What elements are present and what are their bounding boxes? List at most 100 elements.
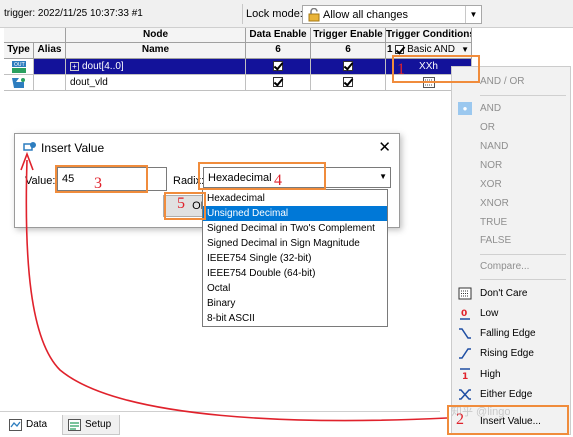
- lock-icon: [308, 8, 320, 22]
- tab-setup[interactable]: Setup: [62, 415, 120, 435]
- signal-output-icon: [12, 78, 25, 88]
- dont-care-icon: [458, 287, 472, 300]
- menu-item-low[interactable]: 0 Low: [452, 304, 570, 323]
- menu-item-high[interactable]: 1 High: [452, 365, 570, 384]
- condition-mode: Basic AND: [407, 44, 455, 55]
- trigger-enable-count: 6: [311, 43, 386, 59]
- trigger-enable-checkbox[interactable]: [343, 77, 353, 88]
- name-cell[interactable]: dout_vld: [66, 75, 246, 91]
- menu-separator: [480, 279, 566, 280]
- annotation-box: [447, 405, 569, 435]
- data-enable-checkbox[interactable]: [273, 77, 283, 88]
- setup-tab-icon: [68, 419, 81, 431]
- lock-mode-value: Allow all changes: [323, 9, 408, 21]
- annotation-number: 3: [94, 175, 102, 192]
- bus-output-icon: OUT: [12, 61, 26, 73]
- header-blank: [4, 28, 66, 43]
- radix-option[interactable]: Octal: [203, 281, 387, 296]
- data-enable-cell: [246, 59, 311, 75]
- lock-mode-dropdown[interactable]: Allow all changes ▼: [302, 5, 482, 24]
- chevron-down-icon[interactable]: ▼: [379, 172, 387, 181]
- menu-item-nor[interactable]: NOR: [452, 156, 570, 175]
- data-tab-icon: [9, 419, 22, 431]
- condition-checkbox[interactable]: [395, 44, 405, 54]
- name-cell[interactable]: + dout[4..0]: [66, 59, 246, 75]
- annotation-number: 5: [177, 195, 185, 212]
- condition-level: 1: [387, 44, 393, 55]
- header-data-enable[interactable]: Data Enable: [246, 28, 311, 43]
- alias-cell: [34, 75, 66, 91]
- menu-separator: [480, 254, 566, 255]
- header-node[interactable]: Node: [66, 28, 246, 43]
- table-header-top: Node Data Enable Trigger Enable Trigger …: [4, 28, 472, 43]
- annotation-box: [392, 55, 480, 83]
- radix-option[interactable]: Hexadecimal: [203, 191, 387, 206]
- menu-item-and[interactable]: ● AND: [452, 99, 570, 118]
- falling-edge-icon: [459, 328, 471, 339]
- annotation-box: [164, 192, 206, 220]
- radix-option-highlighted[interactable]: Unsigned Decimal: [203, 206, 387, 221]
- close-icon[interactable]: ✕: [378, 138, 391, 156]
- radix-option[interactable]: Signed Decimal in Two's Complement: [203, 221, 387, 236]
- header-trigger-enable[interactable]: Trigger Enable: [311, 28, 386, 43]
- menu-item-either-edge[interactable]: Either Edge: [452, 385, 570, 404]
- header-alias[interactable]: Alias: [34, 43, 66, 59]
- trigger-enable-cell: [311, 59, 386, 75]
- trigger-toolbar: trigger: 2022/11/25 10:37:33 #1 Lock mod…: [0, 0, 573, 28]
- annotation-box: [198, 162, 326, 190]
- lock-mode-label: Lock mode:: [246, 8, 303, 20]
- data-enable-checkbox[interactable]: [273, 61, 283, 72]
- radix-options-list: Hexadecimal Unsigned Decimal Signed Deci…: [202, 189, 388, 327]
- menu-item-xnor[interactable]: XNOR: [452, 194, 570, 213]
- trigger-enable-checkbox[interactable]: [343, 61, 353, 72]
- expand-icon[interactable]: +: [70, 61, 79, 71]
- menu-item-compare[interactable]: Compare...: [452, 257, 570, 276]
- value-label: Value:: [25, 175, 56, 187]
- header-type[interactable]: Type: [4, 43, 34, 59]
- menu-item-true[interactable]: TRUE: [452, 213, 570, 232]
- radix-option[interactable]: IEEE754 Double (64-bit): [203, 266, 387, 281]
- dialog-title: Insert Value: [41, 141, 105, 155]
- svg-text:OUT: OUT: [14, 62, 26, 68]
- radix-option[interactable]: Binary: [203, 296, 387, 311]
- data-enable-count: 6: [246, 43, 311, 59]
- bottom-tab-bar: Data Setup: [0, 411, 440, 437]
- menu-item-rising-edge[interactable]: Rising Edge: [452, 344, 570, 363]
- menu-item-dont-care[interactable]: Don't Care: [452, 284, 570, 303]
- tab-setup-label: Setup: [85, 419, 112, 430]
- menu-item-nand[interactable]: NAND: [452, 137, 570, 156]
- annotation-number: 4: [274, 172, 282, 189]
- checkmark-icon: ●: [458, 102, 472, 115]
- either-edge-icon: [459, 389, 471, 400]
- high-icon: 1: [460, 368, 470, 381]
- rising-edge-icon: [459, 348, 471, 359]
- menu-item-xor[interactable]: XOR: [452, 175, 570, 194]
- bus-type-cell: [4, 75, 34, 91]
- toolbar-divider: [242, 4, 243, 24]
- chevron-down-icon[interactable]: ▼: [465, 6, 481, 23]
- menu-item-falling-edge[interactable]: Falling Edge: [452, 324, 570, 343]
- signal-name: dout_vld: [70, 77, 108, 88]
- insert-value-icon: [23, 142, 36, 151]
- annotation-number: 1: [397, 61, 405, 78]
- trigger-info: trigger: 2022/11/25 10:37:33 #1: [4, 8, 143, 19]
- trigger-enable-cell: [311, 75, 386, 91]
- data-enable-cell: [246, 75, 311, 91]
- alias-cell: [34, 59, 66, 75]
- tab-data[interactable]: Data: [4, 415, 54, 435]
- menu-item-or[interactable]: OR: [452, 118, 570, 137]
- header-trigger-conditions[interactable]: Trigger Conditions: [386, 28, 472, 43]
- radix-option[interactable]: 8-bit ASCII: [203, 311, 387, 326]
- radix-option[interactable]: Signed Decimal in Sign Magnitude: [203, 236, 387, 251]
- svg-text:0: 0: [461, 309, 467, 319]
- low-icon: 0: [460, 309, 470, 320]
- tab-data-label: Data: [26, 419, 48, 430]
- signal-name: dout[4..0]: [82, 61, 124, 72]
- bus-type-cell: OUT: [4, 59, 34, 75]
- svg-text:1: 1: [462, 372, 468, 381]
- menu-item-false[interactable]: FALSE: [452, 231, 570, 250]
- trigger-condition-menu: AND / OR ● AND OR NAND NOR XOR XNOR TRUE …: [451, 66, 571, 435]
- menu-separator: [480, 95, 566, 96]
- header-name[interactable]: Name: [66, 43, 246, 59]
- radix-option[interactable]: IEEE754 Single (32-bit): [203, 251, 387, 266]
